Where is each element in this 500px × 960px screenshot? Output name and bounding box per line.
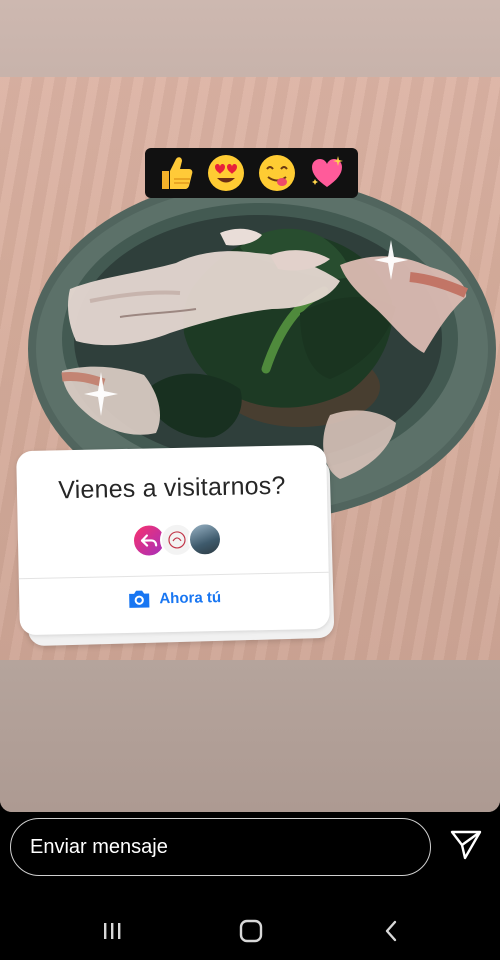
sparkle-icon <box>374 240 408 280</box>
avatar <box>187 521 223 557</box>
back-button[interactable] <box>376 916 406 946</box>
send-icon[interactable] <box>449 828 483 862</box>
responder-avatars <box>131 521 223 558</box>
reply-now-label: Ahora tú <box>159 588 222 607</box>
emoji-sticker[interactable] <box>145 148 358 198</box>
reply-arrow-icon <box>140 534 158 547</box>
question-title: Vienes a visitarnos? <box>58 471 286 505</box>
question-sticker[interactable]: Vienes a visitarnos? Ahora tú <box>16 444 330 636</box>
message-placeholder: Enviar mensaje <box>30 835 168 858</box>
system-nav-bar <box>0 900 500 960</box>
camera-icon <box>129 590 150 608</box>
message-input[interactable]: Enviar mensaje <box>10 818 431 876</box>
home-icon <box>239 919 263 943</box>
thumbs-up-icon <box>154 151 198 195</box>
logo-icon <box>168 531 186 549</box>
divider <box>18 571 329 580</box>
sparkling-heart-icon <box>305 151 349 195</box>
back-icon <box>385 920 397 942</box>
reply-now-button[interactable]: Ahora tú <box>19 585 329 611</box>
heart-eyes-icon <box>204 151 248 195</box>
recents-icon <box>104 923 121 939</box>
yum-face-icon <box>255 151 299 195</box>
story-view[interactable]: Vienes a visitarnos? Ahora tú <box>0 0 500 812</box>
sparkle-icon <box>84 372 118 416</box>
home-button[interactable] <box>236 916 266 946</box>
recents-button[interactable] <box>97 916 127 946</box>
story-background-bottom <box>0 660 500 812</box>
